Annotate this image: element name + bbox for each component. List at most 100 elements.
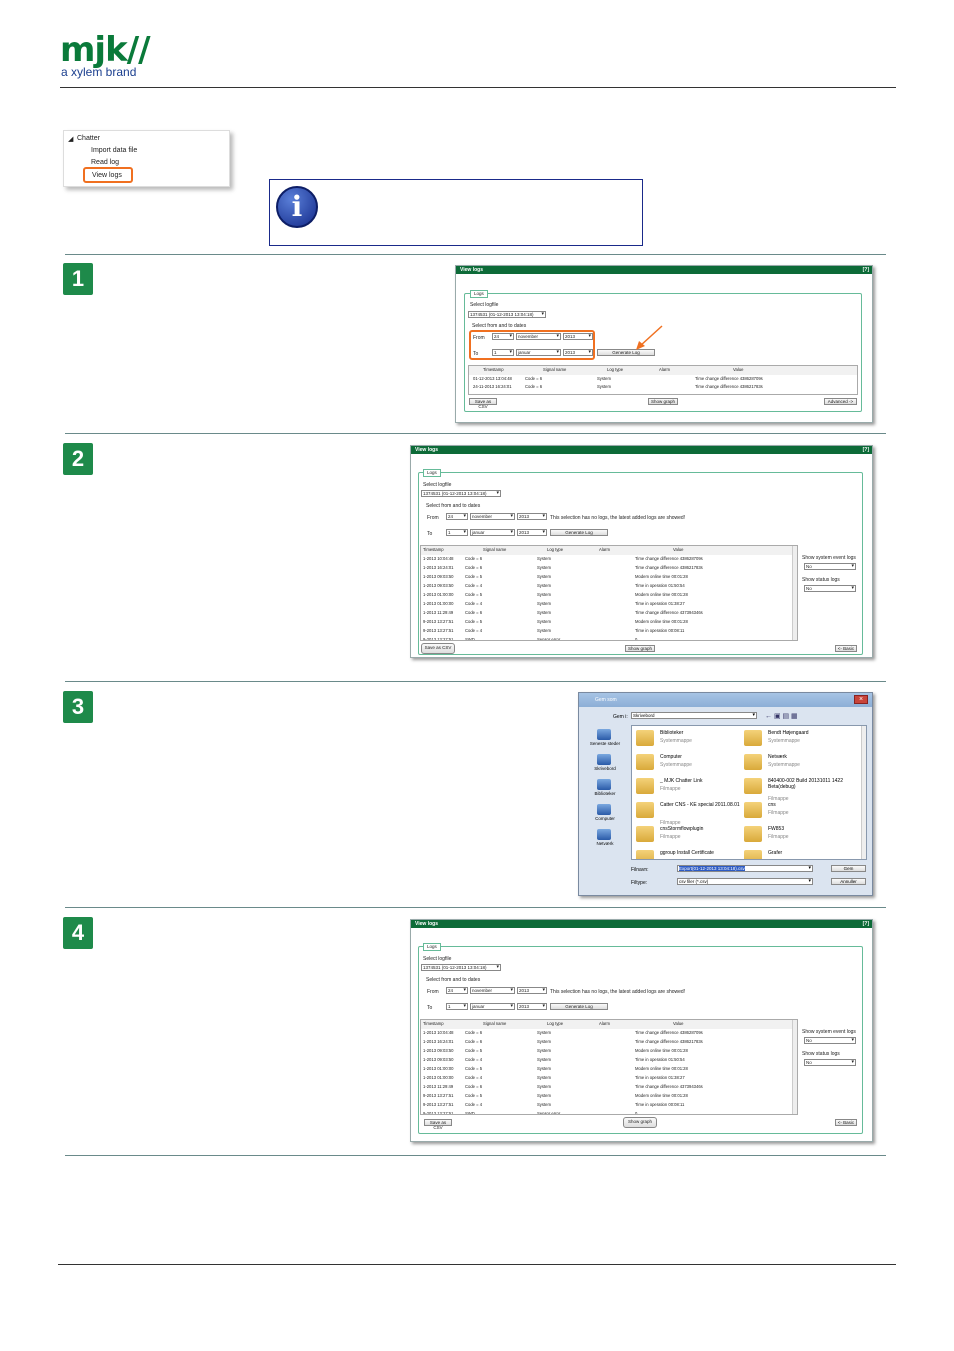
help-button[interactable]: [?] bbox=[863, 920, 869, 928]
folder-icon[interactable] bbox=[636, 730, 654, 746]
logfile-select[interactable]: 1374531 (01-12-2013 13:04:18) bbox=[421, 964, 501, 971]
place-label[interactable]: Skrivebord bbox=[584, 766, 626, 771]
menu-item-import[interactable]: Import data file bbox=[91, 147, 137, 154]
table-row[interactable]: 1-2013 16:24:01 Code = 6 System Time change… bbox=[421, 1038, 797, 1047]
file-name[interactable]: Netværk bbox=[768, 754, 850, 761]
table-row[interactable]: 1-2013 16:24:01 Code = 6 System Time change… bbox=[421, 564, 797, 573]
table-row[interactable]: 1-2013 01:00:00 Code = 4 System Time in ope… bbox=[421, 1074, 797, 1083]
place-label[interactable]: Biblioteker bbox=[584, 791, 626, 796]
place-label[interactable]: Netværk bbox=[584, 841, 626, 846]
to-month-select[interactable]: januar bbox=[470, 529, 515, 536]
from-month-select[interactable]: november bbox=[470, 513, 515, 520]
nav-toolbar-icons[interactable]: ← ▣ ▤ ▦ bbox=[765, 712, 798, 720]
table-row[interactable]: 9-2013 13:27:51 Code = 4 System Time in ope… bbox=[421, 627, 797, 636]
basic-button[interactable]: <- Basic bbox=[835, 1119, 857, 1126]
folder-icon[interactable] bbox=[636, 850, 654, 859]
table-row[interactable]: 1-2013 10:04:48 Code = 6 System Time change… bbox=[421, 1029, 797, 1038]
from-year-select[interactable]: 2013 bbox=[517, 987, 547, 994]
to-day-select[interactable]: 1 bbox=[446, 1003, 468, 1010]
help-button[interactable]: [?] bbox=[863, 266, 869, 274]
table-row[interactable]: 9-2013 13:27:51 Code = 5 System Modem onlin… bbox=[421, 1092, 797, 1101]
table-row[interactable]: 9-2013 13:27:51 Code = 4 System Time in ope… bbox=[421, 1101, 797, 1110]
place-icon[interactable] bbox=[597, 829, 611, 840]
place-label[interactable]: Seneste steder bbox=[584, 741, 626, 746]
logfile-select[interactable]: 1374531 (01-12-2013 13:04:18) bbox=[468, 311, 546, 318]
folder-icon[interactable] bbox=[636, 754, 654, 770]
table-row[interactable]: 1-2013 11:29:49 Code = 6 System Time change… bbox=[421, 1083, 797, 1092]
folder-icon[interactable] bbox=[744, 730, 762, 746]
to-day-select[interactable]: 1 bbox=[492, 349, 514, 356]
show-graph-button[interactable]: Show graph bbox=[625, 645, 655, 652]
menu-item-view-logs[interactable]: View logs bbox=[83, 167, 133, 183]
to-year-select[interactable]: 2013 bbox=[563, 349, 593, 356]
file-name[interactable]: Biblioteker bbox=[660, 730, 742, 737]
table-row[interactable]: 1-2013 09:03:50 Code = 4 System Time in ope… bbox=[421, 582, 797, 591]
place-icon[interactable] bbox=[597, 729, 611, 740]
scrollbar[interactable] bbox=[792, 1020, 797, 1114]
menu-item-read-log[interactable]: Read log bbox=[91, 159, 119, 166]
save-csv-button[interactable]: Save as CSV bbox=[424, 1119, 452, 1130]
to-year-select[interactable]: 2013 bbox=[517, 1003, 547, 1010]
place-icon[interactable] bbox=[597, 804, 611, 815]
save-in-select[interactable]: Skrivebord bbox=[631, 712, 757, 719]
file-name[interactable]: FW853 bbox=[768, 826, 850, 833]
scrollbar[interactable] bbox=[792, 546, 797, 640]
folder-icon[interactable] bbox=[744, 754, 762, 770]
file-name[interactable]: Bendt Højengaard bbox=[768, 730, 850, 737]
table-row[interactable]: 9-2013 13:27:51 SWD Sensor error 0 bbox=[421, 1110, 797, 1114]
table-row[interactable]: 24-11-2013 16:24:01 Code = 6 System Time ch… bbox=[469, 383, 857, 392]
file-name[interactable]: Grafer bbox=[768, 850, 850, 857]
folder-icon[interactable] bbox=[636, 802, 654, 818]
show-status-select[interactable]: No bbox=[804, 1059, 856, 1066]
scrollbar[interactable] bbox=[861, 726, 866, 859]
save-csv-button[interactable]: Save as CSV bbox=[469, 398, 497, 409]
to-day-select[interactable]: 1 bbox=[446, 529, 468, 536]
table-row[interactable]: 1-2013 11:29:49 Code = 6 System Time change… bbox=[421, 609, 797, 618]
logs-tab[interactable]: Logs bbox=[423, 469, 441, 477]
filename-input[interactable]: Export(01-12-2013 13:04:18).csv bbox=[677, 865, 813, 872]
folder-icon[interactable] bbox=[744, 850, 762, 859]
save-csv-button[interactable]: Save as CSV bbox=[421, 643, 455, 654]
table-row[interactable]: 1-2013 09:03:50 Code = 5 System Modem onlin… bbox=[421, 1047, 797, 1056]
show-system-select[interactable]: No bbox=[804, 563, 856, 570]
to-year-select[interactable]: 2013 bbox=[517, 529, 547, 536]
menu-root-chatter[interactable]: Chatter bbox=[77, 135, 100, 142]
filetype-select[interactable]: csv filer (*.csv) bbox=[677, 878, 813, 885]
show-system-select[interactable]: No bbox=[804, 1037, 856, 1044]
logfile-select[interactable]: 1374531 (01-12-2013 13:04:18) bbox=[421, 490, 501, 497]
save-button[interactable]: Gem bbox=[831, 865, 866, 872]
table-row[interactable]: 9-2013 13:27:51 Code = 5 System Modem onlin… bbox=[421, 618, 797, 627]
place-label[interactable]: Computer bbox=[584, 816, 626, 821]
folder-icon[interactable] bbox=[636, 778, 654, 794]
folder-icon[interactable] bbox=[744, 778, 762, 794]
generate-log-button[interactable]: Generate Log bbox=[550, 1003, 608, 1010]
folder-icon[interactable] bbox=[744, 802, 762, 818]
help-button[interactable]: [?] bbox=[863, 446, 869, 454]
show-graph-button[interactable]: Show graph bbox=[648, 398, 678, 405]
basic-button[interactable]: <- Basic bbox=[835, 645, 857, 652]
table-row[interactable]: 1-2013 01:00:00 Code = 5 System Modem onlin… bbox=[421, 591, 797, 600]
from-day-select[interactable]: 24 bbox=[492, 333, 514, 340]
to-month-select[interactable]: januar bbox=[516, 349, 561, 356]
file-name[interactable]: ggroup Install Certificate bbox=[660, 850, 742, 857]
file-name[interactable]: cns bbox=[768, 802, 850, 809]
table-row[interactable]: 1-2013 09:03:50 Code = 4 System Time in ope… bbox=[421, 1056, 797, 1065]
file-name[interactable]: cnsStormflowplugin bbox=[660, 826, 742, 833]
show-status-select[interactable]: No bbox=[804, 585, 856, 592]
show-graph-button[interactable]: Show graph bbox=[623, 1117, 657, 1128]
logs-tab[interactable]: Logs bbox=[470, 290, 488, 298]
file-name[interactable]: Catter CNS - KE special 2011.08.01 bbox=[660, 802, 742, 809]
table-row[interactable]: 9-2013 13:27:51 SWD Sensor error 0 bbox=[421, 636, 797, 640]
to-month-select[interactable]: januar bbox=[470, 1003, 515, 1010]
table-row[interactable]: 1-2013 10:04:48 Code = 6 System Time change… bbox=[421, 555, 797, 564]
logs-tab[interactable]: Logs bbox=[423, 943, 441, 951]
from-day-select[interactable]: 24 bbox=[446, 513, 468, 520]
file-name[interactable]: Computer bbox=[660, 754, 742, 761]
from-month-select[interactable]: november bbox=[516, 333, 561, 340]
file-name[interactable]: 840400-002 Build 20131011 1422 Beta(debu… bbox=[768, 778, 850, 790]
file-name[interactable]: _ MJK Chatter Link bbox=[660, 778, 742, 785]
from-year-select[interactable]: 2013 bbox=[517, 513, 547, 520]
generate-log-button[interactable]: Generate Log bbox=[550, 529, 608, 536]
from-year-select[interactable]: 2013 bbox=[563, 333, 593, 340]
table-row[interactable]: 1-2013 01:00:00 Code = 4 System Time in ope… bbox=[421, 600, 797, 609]
